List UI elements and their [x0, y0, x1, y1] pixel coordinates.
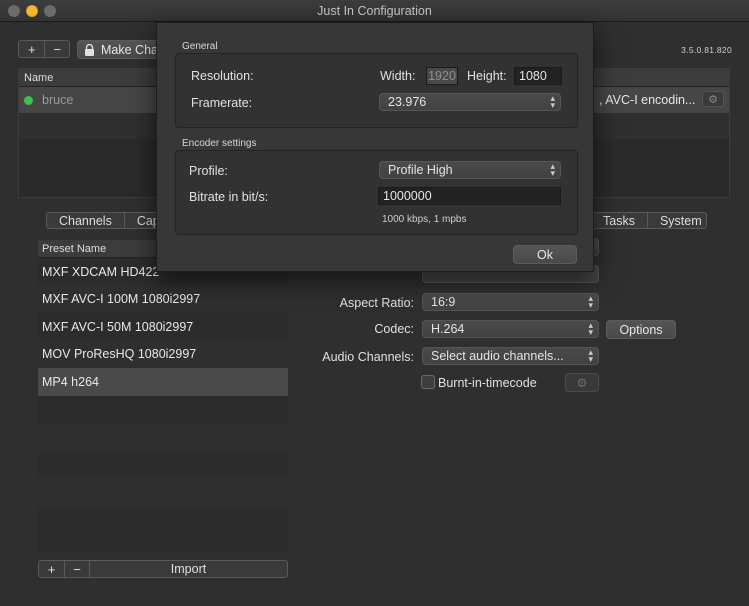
user-add-remove-control: + −	[18, 40, 70, 58]
list-item[interactable]: MXF AVC-I 100M 1080i2997	[38, 285, 288, 313]
user-encoding-summary: , AVC-I encodin...	[599, 93, 696, 107]
aspect-ratio-value: 16:9	[431, 295, 456, 309]
aspect-ratio-select[interactable]: 16:9 ▴ ▾	[422, 293, 599, 311]
list-item-selected[interactable]: MP4 h264	[38, 368, 288, 396]
audio-channels-select[interactable]: Select audio channels... ▴ ▾	[422, 347, 599, 365]
chevron-updown-icon: ▴ ▾	[588, 293, 593, 310]
framerate-label: Framerate:	[191, 96, 253, 110]
codec-label: Codec:	[374, 322, 414, 336]
width-field[interactable]: 1920	[426, 67, 458, 85]
gear-icon[interactable]: ⚙	[565, 373, 599, 392]
encoder-settings-section-title: Encoder settings	[182, 138, 257, 149]
width-label: Width:	[380, 69, 416, 83]
profile-select[interactable]: Profile High ▴ ▾	[379, 161, 561, 179]
empty-row	[38, 423, 288, 451]
gear-icon[interactable]: ⚙	[702, 91, 724, 107]
options-button[interactable]: Options	[606, 320, 676, 339]
lock-icon	[84, 43, 95, 56]
height-field[interactable]: 1080	[514, 67, 562, 85]
audio-channels-value: Select audio channels...	[431, 349, 564, 363]
bitrate-hint: 1000 kbps, 1 mpbs	[382, 214, 467, 225]
burnin-timecode-checkbox[interactable]	[421, 375, 435, 389]
remove-preset-button[interactable]: −	[64, 561, 89, 577]
height-label: Height:	[467, 69, 507, 83]
make-changes-label: Make Cha	[101, 42, 158, 57]
empty-row	[38, 478, 288, 506]
tab-channels[interactable]: Channels	[47, 213, 124, 228]
make-changes-button[interactable]: Make Cha	[77, 40, 167, 59]
profile-label: Profile:	[189, 164, 228, 178]
codec-value: H.264	[431, 322, 465, 336]
framerate-value: 23.976	[388, 95, 427, 109]
title-bar: Just In Configuration	[0, 0, 749, 22]
status-online-icon	[24, 96, 33, 105]
general-group: Resolution: Width: 1920 Height: 1080 Fra…	[175, 53, 578, 128]
preset-list: Preset Name MXF XDCAM HD422 MXF AVC-I 10…	[38, 240, 288, 552]
add-user-button[interactable]: +	[19, 41, 44, 57]
bitrate-label: Bitrate in bit/s:	[189, 190, 269, 204]
import-button[interactable]: Import	[89, 561, 287, 577]
chevron-updown-icon: ▴ ▾	[588, 347, 593, 364]
add-preset-button[interactable]: +	[39, 561, 64, 577]
encoder-options-sheet: General Resolution: Width: 1920 Height: …	[156, 22, 594, 272]
chevron-updown-icon: ▴ ▾	[588, 320, 593, 337]
chevron-updown-icon: ▴ ▾	[550, 161, 555, 178]
app-window: Just In Configuration + − Make Cha 3.5.0…	[0, 0, 749, 606]
aspect-ratio-label: Aspect Ratio:	[339, 296, 414, 310]
empty-row	[38, 396, 288, 424]
tab-system[interactable]: System	[646, 213, 706, 228]
tab-bar-left: Channels Capt	[46, 212, 162, 229]
tab-bar-right: Tasks System	[590, 212, 707, 229]
ok-button[interactable]: Ok	[513, 245, 577, 264]
user-name: bruce	[42, 93, 74, 107]
remove-user-button[interactable]: −	[44, 41, 69, 57]
window-title: Just In Configuration	[317, 4, 432, 18]
preset-actions-bar: + − Import	[38, 560, 288, 578]
burnin-timecode-label: Burnt-in-timecode	[438, 376, 537, 390]
general-section-title: General	[182, 41, 218, 52]
resolution-label: Resolution:	[191, 69, 254, 83]
list-item[interactable]: MXF AVC-I 50M 1080i2997	[38, 313, 288, 341]
version-label: 3.5.0.81.820	[681, 45, 732, 55]
profile-value: Profile High	[388, 163, 453, 177]
audio-channels-label: Audio Channels:	[322, 350, 414, 364]
framerate-select[interactable]: 23.976 ▴ ▾	[379, 93, 561, 111]
codec-select[interactable]: H.264 ▴ ▾	[422, 320, 599, 338]
chevron-updown-icon: ▴ ▾	[550, 93, 555, 110]
tab-tasks[interactable]: Tasks	[591, 213, 647, 228]
bitrate-field[interactable]: 1000000	[378, 187, 561, 205]
encoder-settings-group: Profile: Profile High ▴ ▾ Bitrate in bit/…	[175, 150, 578, 235]
empty-row	[38, 451, 288, 479]
list-item[interactable]: MOV ProResHQ 1080i2997	[38, 340, 288, 368]
empty-row	[38, 506, 288, 534]
